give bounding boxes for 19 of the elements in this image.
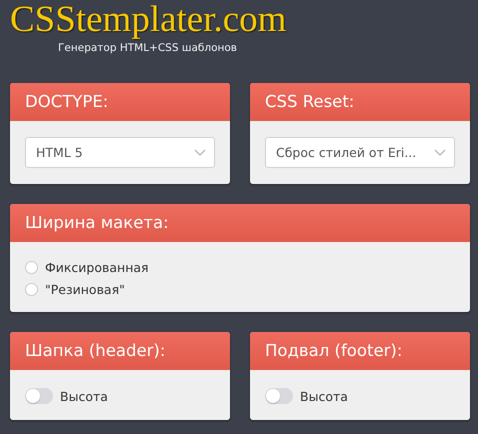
site-tagline: Генератор HTML+CSS шаблонов [58, 42, 237, 54]
panel-title: CSS Reset: [250, 83, 470, 121]
toggle-switch[interactable] [25, 388, 53, 404]
panel-title: Шапка (header): [10, 332, 230, 370]
toggle-label: Высота [60, 388, 108, 404]
radio-option[interactable]: "Резиновая" [25, 278, 125, 300]
radio-icon[interactable] [25, 260, 38, 274]
dropdown[interactable]: Сброс стилей от Eri... [265, 137, 455, 168]
dropdown[interactable]: HTML 5 [25, 137, 215, 168]
toggle-label: Высота [300, 388, 348, 404]
chevron-down-icon [434, 149, 446, 156]
site-logo[interactable]: CSStemplater.com [10, 0, 286, 40]
radio-option[interactable]: Фиксированная [25, 256, 149, 278]
toggle-switch[interactable] [265, 388, 293, 404]
panel-title: DOCTYPE: [10, 83, 230, 121]
panel-title: Подвал (footer): [250, 332, 470, 370]
chevron-down-icon [194, 149, 206, 156]
radio-icon[interactable] [25, 282, 38, 296]
panel-title: Ширина макета: [10, 204, 470, 242]
